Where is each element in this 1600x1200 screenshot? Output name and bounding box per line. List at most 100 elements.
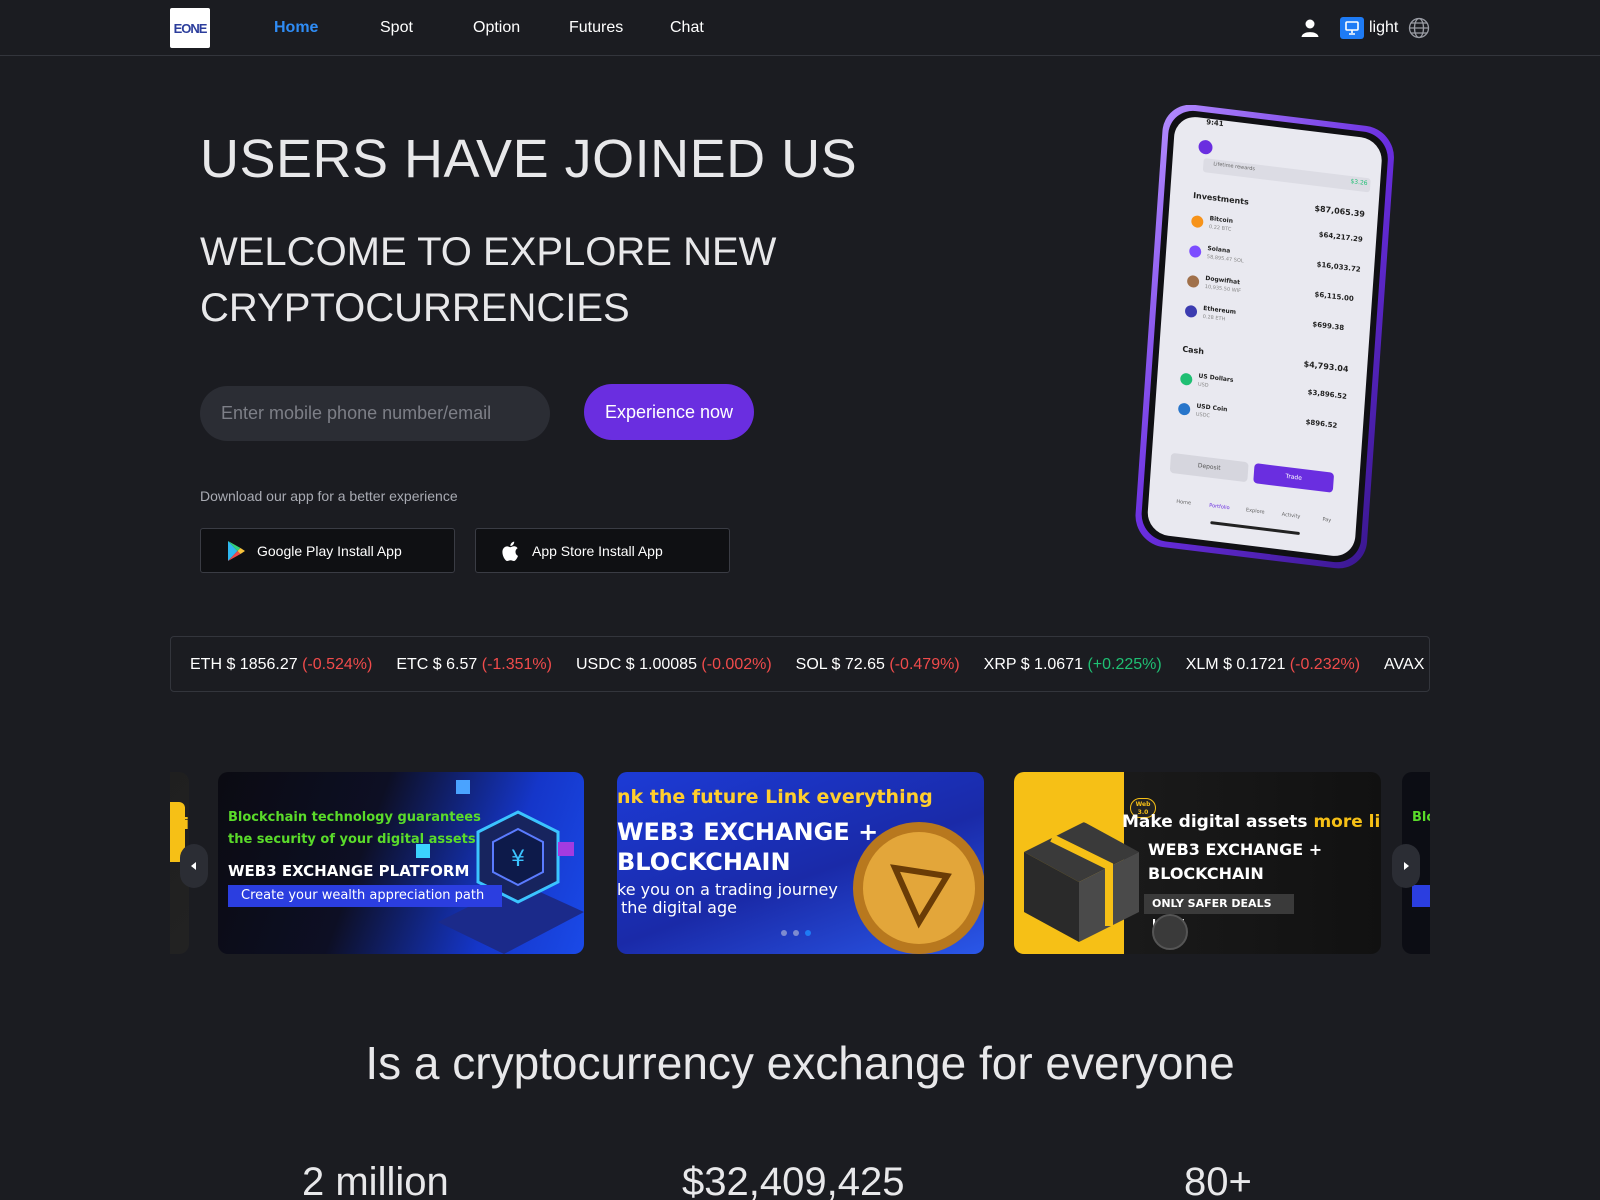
download-text: Download our app for a better experience [200,488,458,504]
apple-icon [502,541,518,561]
ticker-symbol: ETC [396,656,429,673]
ticker-symbol: USDC [575,656,622,673]
phone-tab: Pay [1322,516,1332,524]
banner2-line3: BLOCKCHAIN [617,848,791,876]
contact-input[interactable] [200,386,550,441]
banner3-line4: ONLY SAFER DEALS HERE [1144,894,1294,930]
nav-home[interactable]: Home [274,0,318,56]
ticker-price: $ 6.57 [432,656,478,673]
phone-investments-label: Investments [1192,190,1250,207]
carousel-dot-2[interactable] [793,930,799,936]
hero-subtitle: WELCOME TO EXPLORE NEW CRYPTOCURRENCIES [200,230,777,330]
asset-coin-icon [1184,304,1198,319]
banner3-line1b: more liqui [1313,812,1381,832]
ticker-symbol: XLM [1185,656,1219,673]
ticker-item[interactable]: XRP $ 1.0671 (+0.225%) [984,637,1162,691]
ticker-item[interactable]: SOL $ 72.65 (-0.479%) [795,637,960,691]
banner-safer-deals[interactable]: Web 3.0 Make digital assets more liqui W… [1014,772,1381,954]
asset-value: $16,033.72 [1316,260,1361,274]
banner1-line4: Create your wealth appreciation path [228,885,502,907]
banner-carousel: qui ¥ Blockchain technology guarantees t… [170,772,1430,954]
asset-name: Solana [1207,245,1231,255]
banner3-line3: BLOCKCHAIN [1148,864,1264,883]
banner1-line2: the security of your digital assets [228,832,476,847]
carousel-dot-3[interactable] [805,930,811,936]
carousel-next-button[interactable] [1392,844,1420,888]
chevron-right-icon [1404,862,1409,870]
asset-amount: 58,895.47 SOL [1206,253,1244,265]
theme-toggle[interactable]: light [1340,17,1398,39]
stat-users: 2 million [302,1160,449,1200]
ticker-price: $ 72.65 [831,656,885,673]
phone-tab: Explore [1245,507,1265,516]
globe-icon[interactable] [1408,17,1430,39]
logo[interactable]: EONE [170,8,210,48]
ticker-item[interactable]: XLM $ 0.1721 (-0.232%) [1185,637,1361,691]
ticker-change: (-0.232%) [1289,656,1361,673]
phone-tab: Activity [1281,511,1301,520]
asset-value: $64,217.29 [1318,230,1364,244]
ticker-track: ETH $ 1856.27 (-0.524%) ETC $ 6.57 (-1.35… [190,637,1429,691]
ticker-item[interactable]: AVAX [1384,637,1425,691]
price-ticker: ETH $ 1856.27 (-0.524%) ETC $ 6.57 (-1.35… [170,636,1430,692]
hero-title: USERS HAVE JOINED US [200,129,858,189]
svg-text:¥: ¥ [511,847,525,872]
google-play-label: Google Play Install App [257,542,402,559]
ticker-symbol: AVAX [1384,656,1425,673]
phone-mockup: 9:41 Lifetime rewards $3.26 Investments … [1130,104,1400,575]
banner2-line4: ke you on a trading journey [617,880,838,899]
ticker-change: (-0.002%) [701,656,772,673]
banner-web3-blockchain[interactable]: nk the future Link everything WEB3 EXCHA… [617,772,984,954]
ticker-price: $ 1.00085 [625,656,697,673]
asset-amount: 0.22 BTC [1208,224,1232,233]
phone-deposit-button: Deposit [1169,452,1249,483]
asset-coin-icon [1179,372,1193,386]
stat-volume: $32,409,425 [682,1160,905,1200]
carousel-prev-button[interactable] [180,844,208,888]
phone-cash-total: $4,793.04 [1303,359,1349,374]
nav-option[interactable]: Option [473,0,520,56]
banner2-line5: the digital age [621,898,737,917]
banner2-line2: WEB3 EXCHANGE + [617,818,879,846]
monitor-icon [1340,17,1364,39]
user-icon[interactable] [1300,18,1320,38]
nav-chat[interactable]: Chat [670,0,704,56]
asset-value: $896.52 [1305,418,1338,430]
carousel-dot-1[interactable] [781,930,787,936]
experience-now-button[interactable]: Experience now [584,384,754,440]
banner-edge-left-text: qui [170,814,189,833]
chevron-left-icon [191,862,196,870]
banner-edge-right-text: Blo [1412,810,1430,825]
banner3-coin [1152,914,1188,950]
ticker-symbol: SOL [795,656,828,673]
google-play-button[interactable]: Google Play Install App [200,528,455,573]
phone-investments-total: $87,065.39 [1314,203,1366,219]
ticker-price: $ 1.0671 [1020,656,1083,673]
gift-box-icon [1024,794,1139,942]
asset-coin-icon [1190,214,1204,229]
nav-spot[interactable]: Spot [380,0,413,56]
tron-coin-icon [853,822,984,954]
section-title: Is a cryptocurrency exchange for everyon… [365,1037,1235,1089]
asset-coin-icon [1186,274,1200,289]
asset-amount: USDC [1195,411,1211,420]
top-header: EONE Home Spot Option Futures Chat light [0,0,1600,56]
asset-value: $6,115.00 [1314,290,1354,304]
ticker-item[interactable]: ETC $ 6.57 (-1.351%) [396,637,552,691]
phone-tab: Portfolio [1209,502,1230,512]
ticker-item[interactable]: ETH $ 1856.27 (-0.524%) [190,637,373,691]
stat-countries: 80+ [1184,1160,1252,1200]
ticker-price: $ 1856.27 [226,656,298,673]
banner-web3-platform[interactable]: ¥ Blockchain technology guarantees the s… [218,772,584,954]
ticker-item[interactable]: USDC $ 1.00085 (-0.002%) [575,637,772,691]
ticker-change: (-0.524%) [302,656,373,673]
phone-tab: Home [1176,498,1192,507]
logo-text: EONE [173,20,208,36]
phone-avatar [1198,139,1213,155]
nav-futures[interactable]: Futures [569,0,623,56]
banner3-line1: Make digital assets [1122,812,1308,832]
app-store-button[interactable]: App Store Install App [475,528,730,573]
ticker-change: (+0.225%) [1087,656,1162,673]
banner2-line1: nk the future Link everything [617,786,933,808]
asset-coin-icon [1177,402,1191,416]
